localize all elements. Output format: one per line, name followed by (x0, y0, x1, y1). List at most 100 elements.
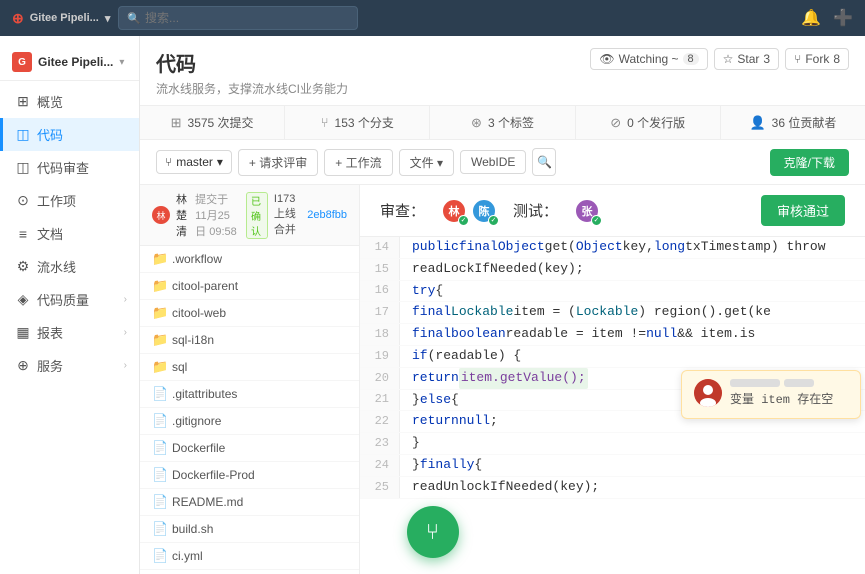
stat-commits-label: 3575 次提交 (188, 114, 254, 131)
list-item[interactable]: 📄 README.md (140, 489, 359, 516)
stat-contributors[interactable]: 👤 36 位贡献者 (721, 106, 865, 139)
sidebar-item-code[interactable]: ◫ 代码 (0, 118, 139, 151)
comment-text: 变量 item 存在空 (730, 391, 848, 410)
approve-button[interactable]: 审核通过 (761, 195, 845, 226)
list-item[interactable]: 📁 sql-i18n (140, 327, 359, 354)
file-name: sql (172, 360, 187, 374)
sidebar-ci-label: 流水线 (37, 257, 76, 276)
keyword: public (412, 237, 459, 258)
plus-icon[interactable]: ➕ (833, 8, 853, 28)
code-text: get( (545, 237, 576, 258)
branch-selector[interactable]: ⑂ master ▾ (156, 150, 232, 174)
star-button[interactable]: ☆ Star 3 (714, 48, 779, 70)
list-item[interactable]: 📁 sql (140, 354, 359, 381)
line-content: public final Object get( Object key, lon… (400, 237, 865, 258)
file-search-btn[interactable]: 🔍 (532, 148, 556, 176)
test-avatar-1: 张 ✓ (574, 198, 600, 224)
quality-icon: ◈ (15, 291, 31, 308)
request-review-btn[interactable]: + 请求评审 (238, 149, 318, 176)
reports-arrow-icon: › (124, 327, 127, 338)
code-line-15: 15 readLockIfNeeded(key); (360, 259, 865, 281)
bell-icon[interactable]: 🔔 (801, 8, 821, 28)
fab-button[interactable]: ⑂ (407, 506, 459, 558)
reports-icon: ▦ (15, 324, 31, 341)
toolbar: ⑂ master ▾ + 请求评审 + 工作流 文件 ▾ WebIDE 🔍 克隆… (140, 140, 865, 185)
files-btn[interactable]: 文件 ▾ (399, 149, 454, 176)
fork-count: 8 (833, 52, 840, 66)
stat-branches[interactable]: ⑂ 153 个分支 (285, 106, 430, 139)
type-name: Lockable (576, 302, 638, 323)
test-label: 测试： (513, 200, 558, 221)
code-text: { (474, 455, 482, 476)
list-item[interactable]: 📁 .workflow (140, 246, 359, 273)
releases-icon: ⊘ (610, 115, 621, 131)
sidebar-item-quality[interactable]: ◈ 代码质量 › (0, 283, 139, 316)
clone-btn[interactable]: 克隆/下载 (770, 149, 849, 176)
code-line-24: 24 } finally { (360, 455, 865, 477)
commit-hash: 2eb8fbb (307, 209, 347, 221)
keyword: try (412, 281, 435, 302)
sidebar-item-issues[interactable]: ⊙ 工作项 (0, 184, 139, 217)
sidebar-item-review[interactable]: ◫ 代码审查 (0, 151, 139, 184)
services-icon: ⊕ (15, 357, 31, 374)
list-item[interactable]: 📁 citool-web (140, 300, 359, 327)
stat-commits[interactable]: ⊞ 3575 次提交 (140, 106, 285, 139)
line-content: try { (400, 281, 865, 302)
code-line-25: 25 readUnlockIfNeeded(key); (360, 477, 865, 499)
line-content: } finally { (400, 455, 865, 476)
list-item[interactable]: 📁 citool-parent (140, 273, 359, 300)
keyword: final (412, 324, 451, 345)
webide-btn[interactable]: WebIDE (460, 150, 526, 174)
stat-releases[interactable]: ⊘ 0 个发行版 (576, 106, 721, 139)
stat-contributors-label: 36 位贡献者 (772, 114, 837, 131)
list-item[interactable]: 📄 gitee-pipe-project.iml (140, 570, 359, 574)
sidebar-project[interactable]: G Gitee Pipeli... ▾ (0, 44, 139, 81)
branch-dropdown-icon: ▾ (217, 155, 223, 169)
list-item[interactable]: 📄 build.sh (140, 516, 359, 543)
sidebar-item-ci[interactable]: ⚙ 流水线 (0, 250, 139, 283)
keyword: final (459, 237, 498, 258)
code-line-19: 19 if (readable) { (360, 346, 865, 368)
sidebar-item-overview[interactable]: ⊞ 概览 (0, 85, 139, 118)
workspace-btn[interactable]: + 工作流 (324, 149, 392, 176)
sidebar-item-docs[interactable]: ≡ 文档 (0, 217, 139, 250)
list-item[interactable]: 📄 Dockerfile (140, 435, 359, 462)
line-number: 14 (360, 237, 400, 258)
sidebar: G Gitee Pipeli... ▾ ⊞ 概览 ◫ 代码 ◫ 代码审查 ⊙ 工… (0, 36, 140, 574)
file-icon: 📄 (152, 386, 166, 402)
list-item[interactable]: 📄 Dockerfile-Prod (140, 462, 359, 489)
fork-icon: ⑂ (794, 52, 801, 66)
folder-icon: 📁 (152, 251, 166, 267)
sidebar-item-services[interactable]: ⊕ 服务 › (0, 349, 139, 382)
file-name: build.sh (172, 522, 213, 536)
line-number: 16 (360, 281, 400, 302)
keyword: finally (420, 455, 475, 476)
commit-author-avatar: 林 (152, 206, 170, 224)
project-dropdown-icon: ▾ (119, 57, 124, 68)
stat-tags[interactable]: ⊛ 3 个标签 (430, 106, 575, 139)
file-icon: 📄 (152, 548, 166, 564)
sidebar-item-reports[interactable]: ▦ 报表 › (0, 316, 139, 349)
search-input[interactable] (145, 11, 349, 25)
search-bar[interactable]: 🔍 (118, 6, 358, 30)
keyword: long (654, 237, 685, 258)
code-line-20: 20 return item.getValue(); (360, 368, 865, 390)
list-item[interactable]: 📄 ci.yml (140, 543, 359, 570)
file-name: README.md (172, 495, 243, 509)
stats-bar: ⊞ 3575 次提交 ⑂ 153 个分支 ⊛ 3 个标签 ⊘ 0 个发行版 👤 … (140, 106, 865, 140)
code-text: } (412, 390, 420, 411)
brand-arrow: ▾ (105, 12, 111, 25)
file-name: citool-web (172, 306, 226, 320)
brand[interactable]: ⊕ Gitee Pipeli... ▾ (12, 10, 110, 27)
stat-releases-label: 0 个发行版 (627, 114, 685, 131)
list-item[interactable]: 📄 .gitignore (140, 408, 359, 435)
check-icon: ✓ (458, 215, 469, 226)
branch-label: master (176, 155, 213, 169)
watch-button[interactable]: 👁 Watching ~ 8 (590, 48, 707, 70)
fork-button[interactable]: ⑂ Fork 8 (785, 48, 849, 70)
list-item[interactable]: 📄 .gitattributes (140, 381, 359, 408)
audit-label: 审查： (380, 200, 425, 221)
comment-name-bar (730, 379, 848, 387)
file-icon: 📄 (152, 521, 166, 537)
code-text: readLockIfNeeded(key); (412, 259, 584, 280)
